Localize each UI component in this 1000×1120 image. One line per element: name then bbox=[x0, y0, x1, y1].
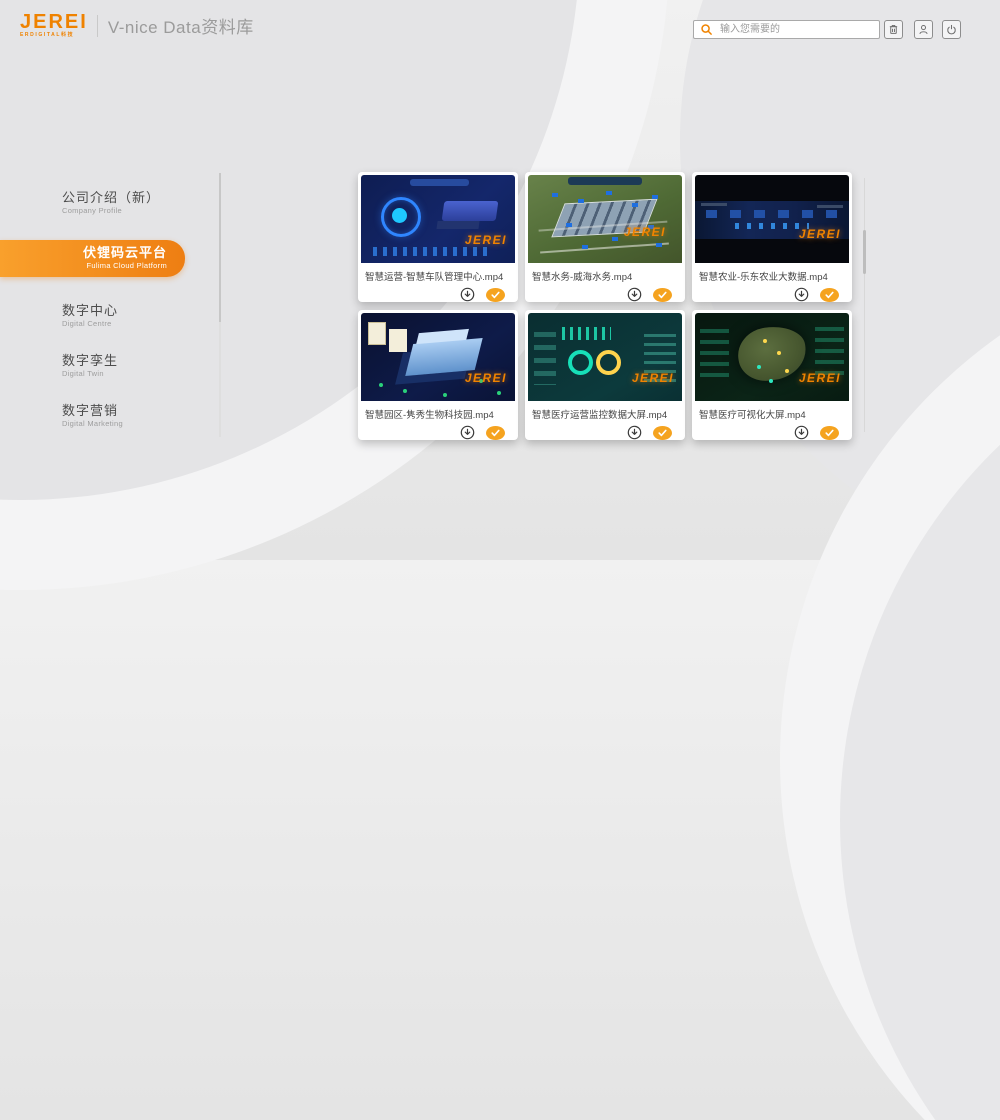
sidebar-item[interactable]: 公司介绍（新） Company Profile bbox=[0, 190, 230, 216]
check-icon[interactable] bbox=[820, 288, 839, 302]
power-button[interactable] bbox=[942, 20, 961, 39]
jerei-watermark: JEREI bbox=[465, 233, 507, 247]
check-icon[interactable] bbox=[820, 426, 839, 440]
video-thumbnail[interactable]: JEREI bbox=[528, 313, 682, 401]
sidebar-item[interactable]: 数字营销 Digital Marketing bbox=[0, 403, 230, 429]
jerei-watermark: JEREI bbox=[632, 371, 674, 385]
card-actions bbox=[528, 284, 682, 302]
sidebar-item-sublabel: Digital Marketing bbox=[62, 419, 230, 429]
power-icon bbox=[945, 23, 958, 36]
check-icon[interactable] bbox=[486, 426, 505, 440]
header-logo-block: JEREI ERDIGITAL科技 V-nice Data资料库 bbox=[20, 13, 254, 38]
check-icon[interactable] bbox=[486, 288, 505, 302]
video-thumbnail[interactable]: JEREI bbox=[695, 313, 849, 401]
sidebar-item-label: 数字孪生 bbox=[62, 353, 230, 369]
sidebar-item-sublabel: Fulima Cloud Platform bbox=[0, 261, 167, 271]
video-filename: 智慧医疗运营监控数据大屏.mp4 bbox=[528, 401, 682, 422]
video-thumbnail[interactable]: JEREI bbox=[361, 175, 515, 263]
sidebar-item-sublabel: Company Profile bbox=[62, 206, 230, 216]
card-actions bbox=[361, 422, 515, 440]
check-icon[interactable] bbox=[653, 426, 672, 440]
video-card[interactable]: JEREI 智慧水务-威海水务.mp4 bbox=[525, 172, 685, 302]
jerei-watermark: JEREI bbox=[465, 371, 507, 385]
video-card[interactable]: JEREI 智慧园区-隽秀生物科技园.mp4 bbox=[358, 310, 518, 440]
jerei-watermark: JEREI bbox=[799, 227, 841, 241]
grid-scrollbar-track[interactable] bbox=[864, 178, 865, 432]
check-icon[interactable] bbox=[653, 288, 672, 302]
sidebar-item-label: 数字中心 bbox=[62, 303, 230, 319]
search-box[interactable] bbox=[693, 20, 880, 39]
sidebar-scrollbar-thumb[interactable] bbox=[219, 173, 221, 322]
video-thumbnail[interactable]: JEREI bbox=[361, 313, 515, 401]
sidebar-item-sublabel: Digital Centre bbox=[62, 319, 230, 329]
user-button[interactable] bbox=[914, 20, 933, 39]
video-card[interactable]: JEREI 智慧医疗运营监控数据大屏.mp4 bbox=[525, 310, 685, 440]
jerei-watermark: JEREI bbox=[624, 225, 666, 239]
video-filename: 智慧水务-威海水务.mp4 bbox=[528, 263, 682, 284]
sidebar-item[interactable]: 伏锂码云平台 Fulima Cloud Platform bbox=[0, 240, 185, 277]
logo-divider bbox=[97, 15, 98, 37]
card-actions bbox=[695, 422, 849, 440]
search-icon bbox=[700, 23, 713, 36]
trash-button[interactable] bbox=[884, 20, 903, 39]
download-icon[interactable] bbox=[794, 287, 809, 302]
sidebar-menu: 公司介绍（新） Company Profile 伏锂码云平台 Fulima Cl… bbox=[0, 190, 230, 453]
sidebar-item-label: 公司介绍（新） bbox=[62, 190, 230, 206]
user-icon bbox=[917, 23, 930, 36]
video-filename: 智慧运营-智慧车队管理中心.mp4 bbox=[361, 263, 515, 284]
download-icon[interactable] bbox=[460, 425, 475, 440]
sidebar-item-label: 数字营销 bbox=[62, 403, 230, 419]
video-filename: 智慧医疗可视化大屏.mp4 bbox=[695, 401, 849, 422]
jerei-logo: JEREI ERDIGITAL科技 bbox=[20, 13, 88, 38]
logo-text: JEREI bbox=[20, 13, 88, 31]
video-grid: JEREI 智慧运营-智慧车队管理中心.mp4 JEREI bbox=[358, 172, 852, 440]
page-title: V-nice Data资料库 bbox=[108, 13, 254, 38]
video-card[interactable]: JEREI 智慧医疗可视化大屏.mp4 bbox=[692, 310, 852, 440]
download-icon[interactable] bbox=[794, 425, 809, 440]
card-actions bbox=[361, 284, 515, 302]
card-actions bbox=[695, 284, 849, 302]
download-icon[interactable] bbox=[460, 287, 475, 302]
download-icon[interactable] bbox=[627, 425, 642, 440]
trash-icon bbox=[887, 23, 900, 36]
sidebar-item-sublabel: Digital Twin bbox=[62, 369, 230, 379]
card-actions bbox=[528, 422, 682, 440]
search-input[interactable] bbox=[718, 23, 873, 36]
sidebar-item[interactable]: 数字中心 Digital Centre bbox=[0, 303, 230, 329]
grid-scrollbar-thumb[interactable] bbox=[863, 230, 866, 274]
video-card[interactable]: JEREI 智慧运营-智慧车队管理中心.mp4 bbox=[358, 172, 518, 302]
sidebar-item[interactable]: 数字孪生 Digital Twin bbox=[0, 353, 230, 379]
jerei-watermark: JEREI bbox=[799, 371, 841, 385]
video-filename: 智慧农业-乐东农业大数据.mp4 bbox=[695, 263, 849, 284]
video-thumbnail[interactable]: JEREI bbox=[695, 175, 849, 263]
sidebar-item-label: 伏锂码云平台 bbox=[0, 245, 167, 261]
video-filename: 智慧园区-隽秀生物科技园.mp4 bbox=[361, 401, 515, 422]
video-thumbnail[interactable]: JEREI bbox=[528, 175, 682, 263]
download-icon[interactable] bbox=[627, 287, 642, 302]
video-card[interactable]: JEREI 智慧农业-乐东农业大数据.mp4 bbox=[692, 172, 852, 302]
